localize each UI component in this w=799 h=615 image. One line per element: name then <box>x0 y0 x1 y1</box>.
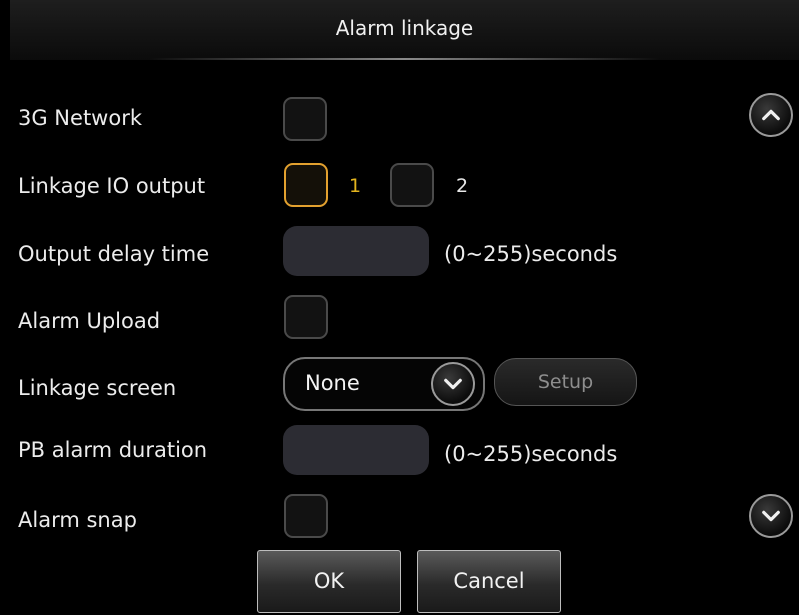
checkbox-alarm-upload[interactable] <box>284 295 328 339</box>
dialog-title: Alarm linkage <box>335 16 474 40</box>
output-delay-input[interactable] <box>283 226 429 276</box>
pb-alarm-duration-unit: (0~255)seconds <box>444 442 618 466</box>
checkbox-3g-network[interactable] <box>283 97 327 141</box>
io-output-2-label: 2 <box>456 175 469 197</box>
setup-button[interactable]: Setup <box>494 358 637 406</box>
label-alarm-upload: Alarm Upload <box>18 309 161 333</box>
label-linkage-io-output: Linkage IO output <box>18 174 206 198</box>
linkage-screen-value: None <box>305 371 360 395</box>
label-3g-network: 3G Network <box>18 106 142 130</box>
label-pb-alarm-duration: PB alarm duration <box>18 438 208 462</box>
checkbox-io-output-1[interactable] <box>284 163 328 207</box>
ok-button[interactable]: OK <box>257 550 401 613</box>
label-output-delay-time: Output delay time <box>18 242 210 266</box>
cancel-button[interactable]: Cancel <box>417 550 561 613</box>
checkbox-io-output-2[interactable] <box>390 163 434 207</box>
title-bar: Alarm linkage <box>10 0 799 60</box>
label-linkage-screen: Linkage screen <box>18 376 177 400</box>
title-divider <box>150 58 659 60</box>
scroll-down-icon[interactable] <box>749 494 793 538</box>
dropdown-chevron-down-icon[interactable] <box>431 362 475 406</box>
pb-alarm-duration-input[interactable] <box>283 425 429 475</box>
scroll-up-icon[interactable] <box>749 93 793 137</box>
checkbox-alarm-snap[interactable] <box>284 494 328 538</box>
output-delay-unit: (0~255)seconds <box>444 242 618 266</box>
label-alarm-snap: Alarm snap <box>18 508 137 532</box>
io-output-1-label: 1 <box>349 175 362 197</box>
